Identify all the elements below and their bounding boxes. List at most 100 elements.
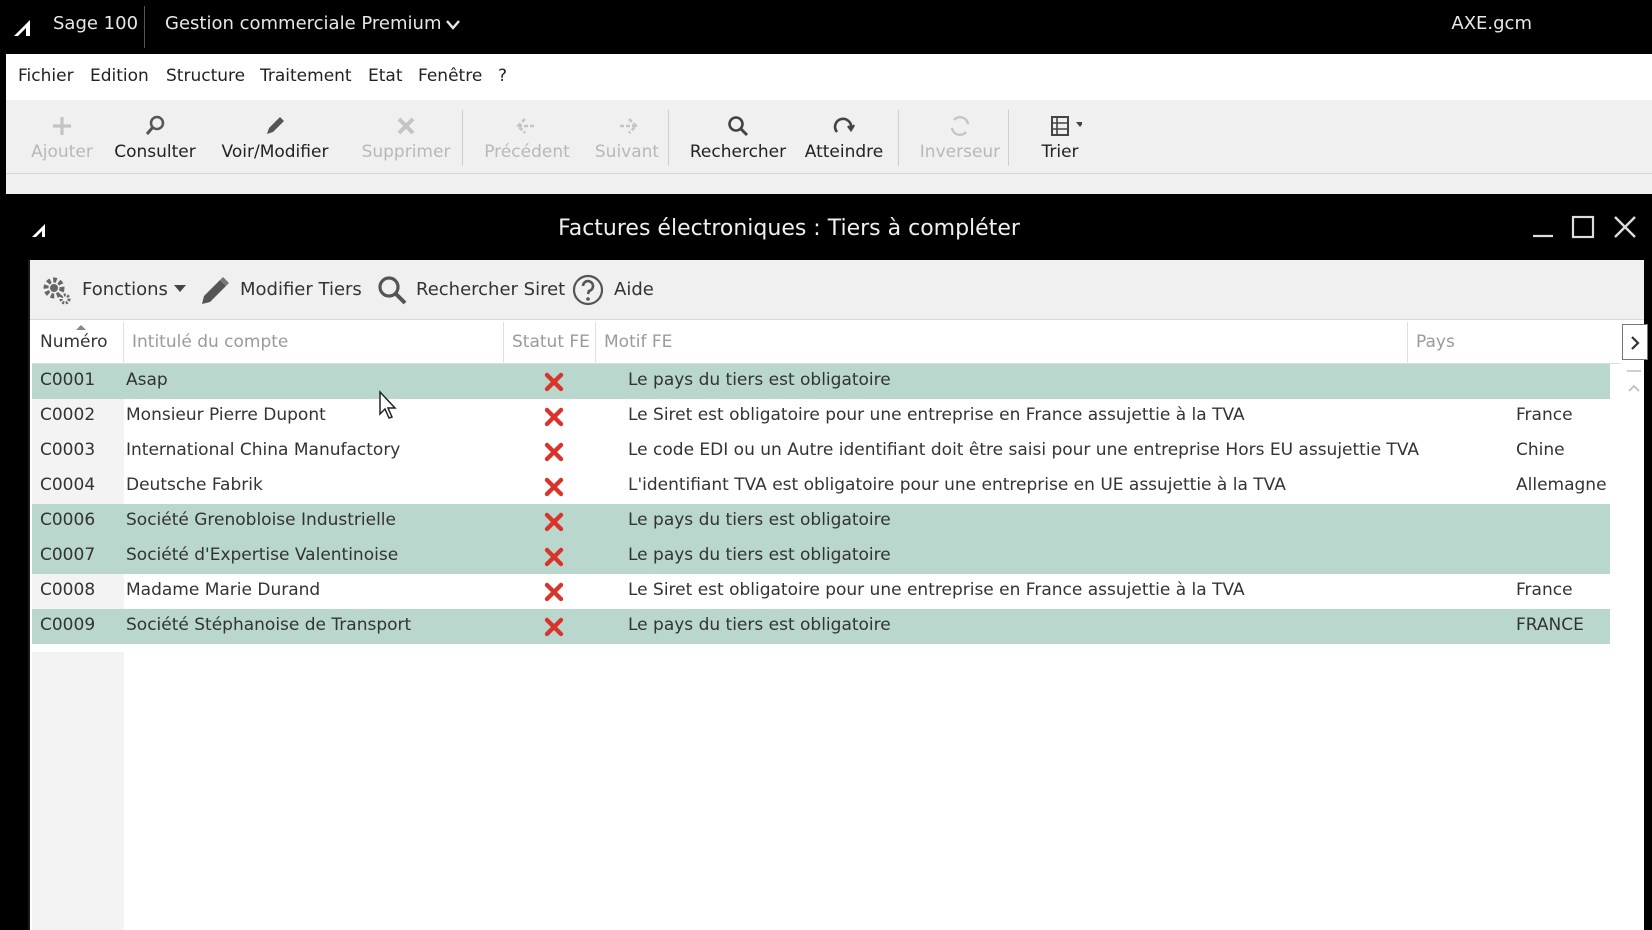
cell-status — [532, 399, 628, 434]
sort-ascending-icon — [76, 325, 86, 330]
column-header-country[interactable]: Pays — [1408, 322, 1532, 364]
cell-country: FRANCE — [1516, 615, 1584, 635]
chevron-down-icon[interactable] — [446, 19, 460, 31]
functions-button[interactable]: Fonctions — [40, 272, 190, 308]
cell-motif: Le pays du tiers est obligatoire — [628, 545, 891, 565]
error-x-icon — [544, 512, 564, 532]
table-row[interactable]: C0003 International China Manufactory Le c… — [32, 434, 1610, 469]
error-x-icon — [544, 372, 564, 392]
sort-list-icon — [1050, 116, 1082, 136]
cell-number: C0008 — [32, 574, 124, 609]
maximize-icon[interactable] — [1570, 214, 1596, 240]
cell-number: C0006 — [40, 510, 96, 530]
toolbar-separator — [1008, 110, 1009, 166]
error-x-icon — [544, 477, 564, 497]
next-button[interactable]: Suivant — [584, 100, 670, 174]
file-name: AXE.gcm — [1451, 13, 1532, 34]
menu-traitement[interactable]: Traitement — [260, 66, 352, 86]
table-row[interactable]: C0002 Monsieur Pierre Dupont Le Siret est … — [32, 399, 1610, 434]
cell-number: C0009 — [40, 615, 96, 635]
cell-number: C0001 — [40, 370, 96, 390]
cell-status — [532, 434, 628, 469]
cell-motif: Le pays du tiers est obligatoire — [628, 370, 891, 390]
plus-icon — [53, 117, 71, 135]
redo-arrow-icon — [833, 117, 856, 133]
table-row[interactable]: C0004 Deutsche Fabrik L'identifiant TVA es… — [32, 469, 1610, 504]
search-icon — [728, 116, 749, 137]
toolbar-gap — [6, 174, 1652, 194]
menu-fenetre[interactable]: Fenêtre — [418, 66, 482, 86]
delete-x-icon — [397, 117, 415, 135]
column-header-account[interactable]: Intitulé du compte — [124, 322, 504, 364]
menu-bar: Fichier Edition Structure Traitement Eta… — [6, 54, 1652, 100]
sage-logo-icon — [14, 20, 30, 36]
cell-country: France — [1516, 405, 1573, 425]
menu-edition[interactable]: Edition — [90, 66, 149, 86]
menu-etat[interactable]: Etat — [368, 66, 403, 86]
app-title-bar: Sage 100 Gestion commerciale Premium AXE… — [0, 0, 1652, 54]
scroll-right-button[interactable] — [1622, 324, 1648, 360]
pencil-icon — [267, 117, 284, 134]
cell-account-name: Deutsche Fabrik — [126, 475, 263, 495]
edit-tiers-button[interactable]: Modifier Tiers — [198, 272, 364, 308]
column-header-status[interactable]: Statut FE — [504, 322, 596, 364]
grid-header: Numéro Intitulé du compte Statut FE Moti… — [32, 322, 1620, 364]
table-row[interactable]: C0006 Société Grenobloise Industrielle Le … — [32, 504, 1610, 539]
cell-country: Chine — [1516, 440, 1565, 460]
close-icon[interactable] — [1612, 214, 1638, 240]
menu-structure[interactable]: Structure — [166, 66, 245, 86]
cell-account-name: Monsieur Pierre Dupont — [126, 405, 326, 425]
column-header-number[interactable]: Numéro — [32, 322, 124, 364]
error-x-icon — [544, 547, 564, 567]
menu-fichier[interactable]: Fichier — [18, 66, 74, 86]
goto-button[interactable]: Atteindre — [798, 100, 890, 174]
table-row[interactable]: C0001 Asap Le pays du tiers est obligatoir… — [32, 364, 1610, 399]
column-header-motif[interactable]: Motif FE — [596, 322, 1408, 364]
delete-button[interactable]: Supprimer — [348, 100, 464, 174]
cell-account-name: Société Stéphanoise de Transport — [126, 615, 412, 635]
cell-number: C0007 — [40, 545, 96, 565]
edit-button[interactable]: Voir/Modifier — [214, 100, 336, 174]
minimize-icon[interactable] — [1530, 214, 1556, 240]
cell-number: C0002 — [32, 399, 124, 434]
menu-help[interactable]: ? — [498, 66, 507, 86]
error-x-icon — [544, 442, 564, 462]
table-row[interactable]: C0008 Madame Marie Durand Le Siret est obl… — [32, 574, 1610, 609]
invert-button[interactable]: Inverseur — [906, 100, 1014, 174]
error-x-icon — [544, 582, 564, 602]
toolbar-separator — [462, 110, 463, 166]
vertical-scrollbar[interactable] — [1624, 364, 1644, 930]
cell-status — [532, 504, 628, 539]
search-button[interactable]: Rechercher — [680, 100, 796, 174]
add-button[interactable]: Ajouter — [22, 100, 102, 174]
sort-button[interactable]: Trier — [1020, 100, 1100, 174]
cell-country — [1516, 364, 1616, 399]
number-column-background — [32, 652, 124, 930]
caret-down-icon — [174, 285, 186, 292]
cell-number: C0004 — [32, 469, 124, 504]
cell-account-name: International China Manufactory — [126, 440, 401, 460]
cell-status — [532, 364, 628, 399]
help-button[interactable]: Aide — [572, 272, 662, 308]
product-selector[interactable]: Gestion commerciale Premium — [165, 13, 441, 34]
help-circle-icon — [572, 274, 604, 306]
window-title: Factures électroniques : Tiers à complét… — [558, 216, 1020, 241]
magnifier-icon — [145, 115, 165, 135]
cell-motif: L'identifiant TVA est obligatoire pour u… — [628, 475, 1286, 495]
arrow-right-icon — [619, 118, 638, 134]
error-x-icon — [544, 407, 564, 427]
previous-button[interactable]: Précédent — [472, 100, 582, 174]
cell-country: Allemagne — [1516, 475, 1607, 495]
chevron-up-icon[interactable] — [1628, 384, 1640, 392]
cell-status — [532, 539, 628, 574]
view-button[interactable]: Consulter — [110, 100, 200, 174]
table-row[interactable]: C0009 Société Stéphanoise de Transport Le … — [32, 609, 1610, 644]
chevron-right-icon — [1631, 336, 1640, 350]
table-row[interactable]: C0007 Société d'Expertise Valentinoise Le … — [32, 539, 1610, 574]
error-x-icon — [544, 617, 564, 637]
title-separator — [144, 6, 145, 48]
search-siret-button[interactable]: Rechercher Siret — [376, 272, 565, 308]
cell-account-name: Société Grenobloise Industrielle — [126, 510, 396, 530]
cell-motif: Le Siret est obligatoire pour une entrep… — [628, 405, 1245, 425]
tiers-window: Factures électroniques : Tiers à complét… — [16, 194, 1652, 930]
